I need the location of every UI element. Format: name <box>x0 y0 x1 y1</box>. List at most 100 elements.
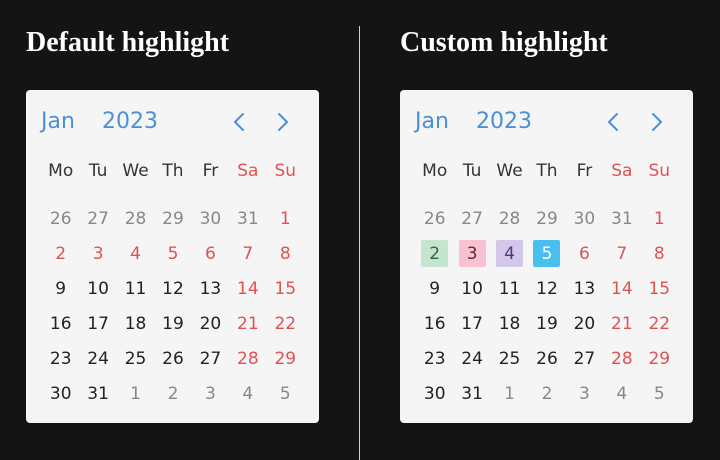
day-cell[interactable]: 4 <box>229 376 266 411</box>
year-selector[interactable]: 2023 <box>476 107 532 137</box>
day-cell[interactable]: 2 <box>154 376 191 411</box>
day-cell[interactable]: 4 <box>117 236 154 271</box>
day-cell[interactable]: 4 <box>603 376 640 411</box>
day-cell[interactable]: 10 <box>79 271 116 306</box>
day-cell[interactable]: 20 <box>192 306 229 341</box>
day-number: 4 <box>130 243 141 264</box>
day-cell[interactable]: 26 <box>528 341 565 376</box>
day-cell[interactable]: 29 <box>641 341 678 376</box>
day-cell[interactable]: 8 <box>267 236 304 271</box>
day-cell[interactable]: 31 <box>603 201 640 236</box>
day-cell[interactable]: 1 <box>491 376 528 411</box>
day-cell[interactable]: 28 <box>229 341 266 376</box>
day-cell[interactable]: 24 <box>79 341 116 376</box>
day-cell[interactable]: 31 <box>229 201 266 236</box>
day-cell[interactable]: 28 <box>491 201 528 236</box>
day-cell-highlighted[interactable]: 2 <box>416 236 453 271</box>
year-selector[interactable]: 2023 <box>102 107 158 137</box>
day-cell[interactable]: 9 <box>416 271 453 306</box>
day-cell[interactable]: 27 <box>566 341 603 376</box>
day-cell[interactable]: 30 <box>192 201 229 236</box>
day-cell[interactable]: 19 <box>528 306 565 341</box>
day-cell[interactable]: 30 <box>566 201 603 236</box>
day-number: 9 <box>55 278 67 299</box>
month-selector[interactable]: Jan <box>41 107 75 137</box>
day-cell[interactable]: 22 <box>267 306 304 341</box>
day-cell[interactable]: 22 <box>641 306 678 341</box>
day-cell[interactable]: 6 <box>566 236 603 271</box>
day-cell[interactable]: 16 <box>416 306 453 341</box>
day-cell[interactable]: 12 <box>528 271 565 306</box>
day-cell[interactable]: 1 <box>267 201 304 236</box>
day-cell[interactable]: 17 <box>453 306 490 341</box>
day-cell[interactable]: 1 <box>117 376 154 411</box>
next-month-button[interactable] <box>270 110 294 134</box>
day-cell[interactable]: 28 <box>603 341 640 376</box>
day-cell[interactable]: 3 <box>192 376 229 411</box>
day-cell[interactable]: 16 <box>42 306 79 341</box>
day-cell[interactable]: 29 <box>154 201 191 236</box>
day-number: 27 <box>199 348 222 369</box>
day-cell[interactable]: 27 <box>192 341 229 376</box>
day-cell[interactable]: 15 <box>641 271 678 306</box>
day-cell[interactable]: 14 <box>603 271 640 306</box>
day-cell[interactable]: 30 <box>416 376 453 411</box>
day-cell[interactable]: 14 <box>229 271 266 306</box>
day-cell-highlighted[interactable]: 3 <box>453 236 490 271</box>
day-cell[interactable]: 29 <box>267 341 304 376</box>
day-cell[interactable]: 5 <box>154 236 191 271</box>
day-cell-highlighted[interactable]: 4 <box>491 236 528 271</box>
day-cell[interactable]: 26 <box>42 201 79 236</box>
day-cell[interactable]: 2 <box>528 376 565 411</box>
day-cell[interactable]: 7 <box>603 236 640 271</box>
day-cell[interactable]: 5 <box>641 376 678 411</box>
day-cell[interactable]: 15 <box>267 271 304 306</box>
prev-month-button[interactable] <box>602 110 626 134</box>
day-cell[interactable]: 23 <box>42 341 79 376</box>
day-cell[interactable]: 26 <box>416 201 453 236</box>
day-number: 28 <box>124 208 147 229</box>
day-cell[interactable]: 29 <box>528 201 565 236</box>
day-cell[interactable]: 17 <box>79 306 116 341</box>
chevron-right-icon <box>278 113 288 131</box>
weekday-label: Mo <box>48 161 74 181</box>
day-cell[interactable]: 21 <box>603 306 640 341</box>
day-cell[interactable]: 25 <box>491 341 528 376</box>
day-cell[interactable]: 20 <box>566 306 603 341</box>
day-cell[interactable]: 11 <box>491 271 528 306</box>
day-cell[interactable]: 11 <box>117 271 154 306</box>
day-cell[interactable]: 23 <box>416 341 453 376</box>
day-cell[interactable]: 27 <box>453 201 490 236</box>
day-cell[interactable]: 21 <box>229 306 266 341</box>
day-cell[interactable]: 31 <box>79 376 116 411</box>
day-cell[interactable]: 18 <box>117 306 154 341</box>
day-cell[interactable]: 5 <box>267 376 304 411</box>
next-month-button[interactable] <box>644 110 668 134</box>
day-cell[interactable]: 18 <box>491 306 528 341</box>
day-cell[interactable]: 3 <box>566 376 603 411</box>
day-cell[interactable]: 3 <box>79 236 116 271</box>
day-cell[interactable]: 26 <box>154 341 191 376</box>
day-cell[interactable]: 28 <box>117 201 154 236</box>
day-cell[interactable]: 10 <box>453 271 490 306</box>
day-cell[interactable]: 12 <box>154 271 191 306</box>
prev-month-button[interactable] <box>228 110 252 134</box>
day-cell[interactable]: 1 <box>641 201 678 236</box>
day-cell[interactable]: 25 <box>117 341 154 376</box>
day-cell[interactable]: 6 <box>192 236 229 271</box>
day-cell[interactable]: 8 <box>641 236 678 271</box>
month-selector[interactable]: Jan <box>415 107 449 137</box>
day-cell[interactable]: 31 <box>453 376 490 411</box>
day-cell[interactable]: 30 <box>42 376 79 411</box>
day-cell[interactable]: 13 <box>192 271 229 306</box>
day-number: 29 <box>162 208 184 229</box>
day-cell[interactable]: 9 <box>42 271 79 306</box>
day-cell[interactable]: 13 <box>566 271 603 306</box>
day-cell[interactable]: 27 <box>79 201 116 236</box>
day-cell[interactable]: 19 <box>154 306 191 341</box>
day-cell[interactable]: 7 <box>229 236 266 271</box>
day-cell-highlighted[interactable]: 5 <box>528 236 565 271</box>
day-cell[interactable]: 2 <box>42 236 79 271</box>
day-cell[interactable]: 24 <box>453 341 490 376</box>
day-number: 6 <box>205 243 216 264</box>
